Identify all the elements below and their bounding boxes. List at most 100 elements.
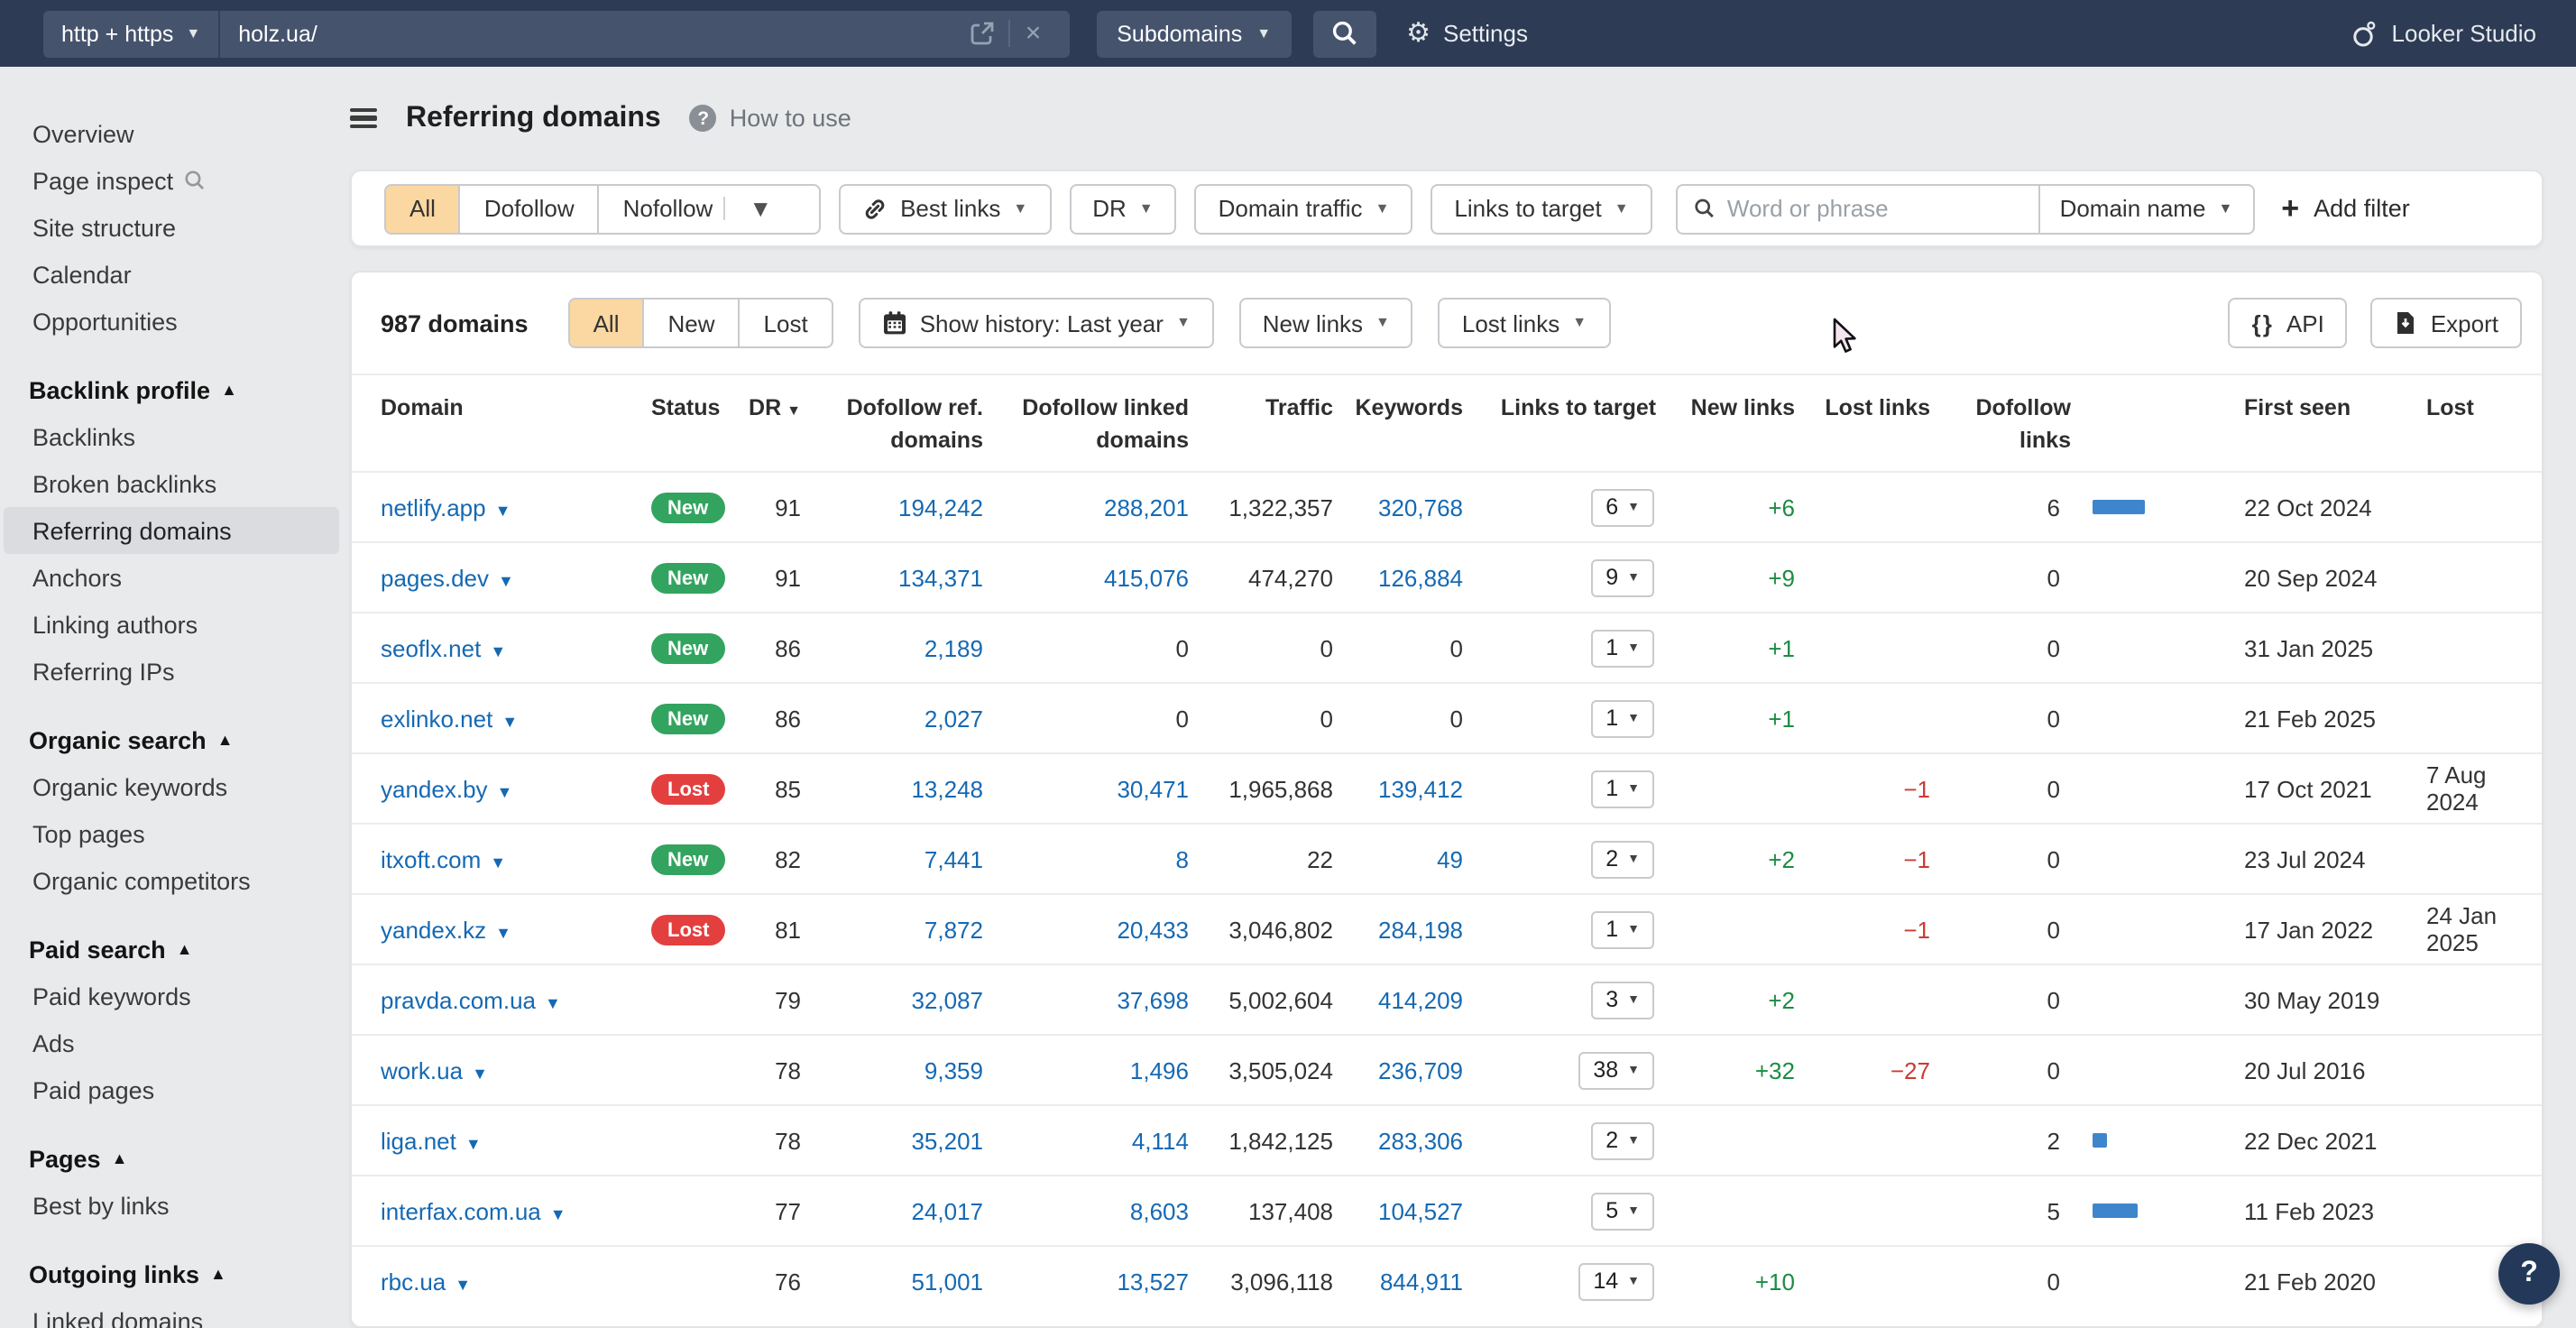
links-to-target-select[interactable]: 38▼	[1578, 1052, 1654, 1090]
domain-link[interactable]: yandex.kz	[381, 917, 486, 944]
metric-link[interactable]: 20,433	[1117, 917, 1189, 944]
links-to-target-select[interactable]: 2▼	[1591, 1122, 1654, 1160]
column-header-traffic[interactable]: Traffic	[1203, 375, 1348, 438]
column-header-dofollow-ref[interactable]: Dofollow ref. domains	[828, 375, 998, 472]
chevron-down-icon[interactable]: ▼	[550, 1205, 566, 1223]
sidebar-item-broken-backlinks[interactable]: Broken backlinks	[4, 460, 339, 507]
show-history-dropdown[interactable]: Show history: Last year▼	[859, 298, 1214, 348]
sidebar-item-organic-competitors[interactable]: Organic competitors	[4, 857, 339, 904]
column-header-new-links[interactable]: New links	[1679, 375, 1809, 438]
domain-link[interactable]: exlinko.net	[381, 706, 492, 733]
metric-link[interactable]: 7,872	[925, 917, 983, 944]
sidebar-section-backlink-profile[interactable]: Backlink profile▲	[0, 366, 350, 413]
metric-link[interactable]: 32,087	[911, 987, 983, 1014]
column-header-dofollow-links[interactable]: Dofollow links	[1945, 375, 2233, 472]
metric-link[interactable]: 194,242	[898, 494, 983, 521]
metric-link[interactable]: 13,248	[911, 776, 983, 803]
domain-link[interactable]: yandex.by	[381, 776, 488, 803]
metric-link[interactable]: 35,201	[911, 1128, 983, 1155]
search-submit-button[interactable]	[1312, 10, 1375, 57]
domain-link[interactable]: work.ua	[381, 1057, 463, 1084]
sidebar-item-overview[interactable]: Overview	[4, 110, 339, 157]
domain-link[interactable]: pravda.com.ua	[381, 987, 536, 1014]
links-to-target-select[interactable]: 2▼	[1591, 841, 1654, 879]
chevron-down-icon[interactable]: ▼	[490, 853, 506, 872]
chevron-down-icon[interactable]: ▼	[545, 994, 561, 1012]
column-header-lost-links[interactable]: Lost links	[1809, 375, 1945, 438]
metric-link[interactable]: 51,001	[911, 1268, 983, 1296]
sidebar-item-paid-keywords[interactable]: Paid keywords	[4, 973, 339, 1019]
links-to-target-select[interactable]: 9▼	[1591, 559, 1654, 597]
metric-link[interactable]: 8	[1176, 846, 1189, 873]
domain-link[interactable]: netlify.app	[381, 494, 486, 521]
links-to-target-select[interactable]: 1▼	[1591, 630, 1654, 668]
column-header-links-to-target[interactable]: Links to target	[1477, 375, 1679, 438]
looker-studio-button[interactable]: Looker Studio	[2351, 19, 2536, 48]
segment-nofollow[interactable]: Nofollow▼	[598, 185, 819, 232]
sidebar-item-referring-domains[interactable]: Referring domains	[4, 507, 339, 554]
chevron-down-icon[interactable]: ▼	[501, 713, 518, 731]
sidebar-item-backlinks[interactable]: Backlinks	[4, 413, 339, 460]
metric-link[interactable]: 284,198	[1378, 917, 1463, 944]
segment-status-all[interactable]: All	[570, 300, 643, 346]
domain-link[interactable]: rbc.ua	[381, 1268, 446, 1296]
links-to-target-select[interactable]: 14▼	[1578, 1263, 1654, 1301]
metric-link[interactable]: 24,017	[911, 1198, 983, 1225]
links-to-target-select[interactable]: 3▼	[1591, 982, 1654, 1019]
sidebar-section-pages[interactable]: Pages▲	[0, 1135, 350, 1182]
chevron-down-icon[interactable]: ▼	[498, 572, 514, 590]
sidebar-item-ads[interactable]: Ads	[4, 1019, 339, 1066]
sidebar-item-opportunities[interactable]: Opportunities	[4, 298, 339, 345]
metric-link[interactable]: 8,603	[1130, 1198, 1189, 1225]
metric-link[interactable]: 288,201	[1104, 494, 1189, 521]
links-to-target-select[interactable]: 5▼	[1591, 1193, 1654, 1231]
sidebar-section-outgoing-links[interactable]: Outgoing links▲	[0, 1250, 350, 1297]
sidebar-section-paid-search[interactable]: Paid search▲	[0, 926, 350, 973]
sidebar-item-anchors[interactable]: Anchors	[4, 554, 339, 601]
scope-dropdown[interactable]: Subdomains ▼	[1097, 10, 1291, 57]
chevron-down-icon[interactable]: ▼	[497, 783, 513, 801]
links-to-target-select[interactable]: 6▼	[1591, 489, 1654, 527]
column-header-keywords[interactable]: Keywords	[1348, 375, 1477, 438]
domain-link[interactable]: interfax.com.ua	[381, 1198, 541, 1225]
metric-link[interactable]: 415,076	[1104, 565, 1189, 592]
chevron-down-icon[interactable]: ▼	[465, 1135, 482, 1153]
sidebar-item-page-inspect[interactable]: Page inspect	[4, 157, 339, 204]
api-button[interactable]: {}API	[2229, 298, 2348, 348]
metric-link[interactable]: 9,359	[925, 1057, 983, 1084]
metric-link[interactable]: 37,698	[1117, 987, 1189, 1014]
chevron-down-icon[interactable]: ▼	[495, 924, 511, 942]
open-external-icon[interactable]	[961, 22, 1006, 45]
domain-link[interactable]: pages.dev	[381, 565, 489, 592]
sidebar-item-linked-domains[interactable]: Linked domains	[4, 1297, 339, 1328]
column-header-first-seen[interactable]: First seen	[2233, 375, 2390, 438]
search-mode-dropdown[interactable]: Domain name▼	[2038, 183, 2255, 234]
metric-link[interactable]: 126,884	[1378, 565, 1463, 592]
links-to-target-select[interactable]: 1▼	[1591, 911, 1654, 949]
lost-links-dropdown[interactable]: Lost links▼	[1439, 298, 1610, 348]
metric-link[interactable]: 30,471	[1117, 776, 1189, 803]
export-button[interactable]: Export	[2371, 298, 2522, 348]
metric-link[interactable]: 236,709	[1378, 1057, 1463, 1084]
column-header-domain[interactable]: Domain	[381, 375, 651, 438]
chevron-down-icon[interactable]: ▼	[495, 502, 511, 520]
metric-link[interactable]: 844,911	[1380, 1268, 1463, 1296]
segment-dofollow[interactable]: Dofollow	[459, 185, 598, 232]
domain-traffic-filter-button[interactable]: Domain traffic▼	[1195, 183, 1413, 234]
chevron-down-icon[interactable]: ▼	[490, 642, 506, 660]
links-to-target-select[interactable]: 1▼	[1591, 700, 1654, 738]
sidebar-item-best-by-links[interactable]: Best by links	[4, 1182, 339, 1229]
column-header-dofollow-linked[interactable]: Dofollow linked domains	[998, 375, 1203, 472]
sidebar-item-organic-keywords[interactable]: Organic keywords	[4, 763, 339, 810]
domain-link[interactable]: itxoft.com	[381, 846, 481, 873]
hamburger-menu-icon[interactable]	[350, 107, 377, 129]
metric-link[interactable]: 2,027	[925, 706, 983, 733]
metric-link[interactable]: 49	[1437, 846, 1463, 873]
chevron-down-icon[interactable]: ▼	[455, 1276, 471, 1294]
metric-link[interactable]: 414,209	[1378, 987, 1463, 1014]
sidebar-item-site-structure[interactable]: Site structure	[4, 204, 339, 251]
domain-link[interactable]: seoflx.net	[381, 635, 481, 662]
metric-link[interactable]: 4,114	[1132, 1128, 1189, 1155]
sidebar-item-paid-pages[interactable]: Paid pages	[4, 1066, 339, 1113]
metric-link[interactable]: 139,412	[1378, 776, 1463, 803]
